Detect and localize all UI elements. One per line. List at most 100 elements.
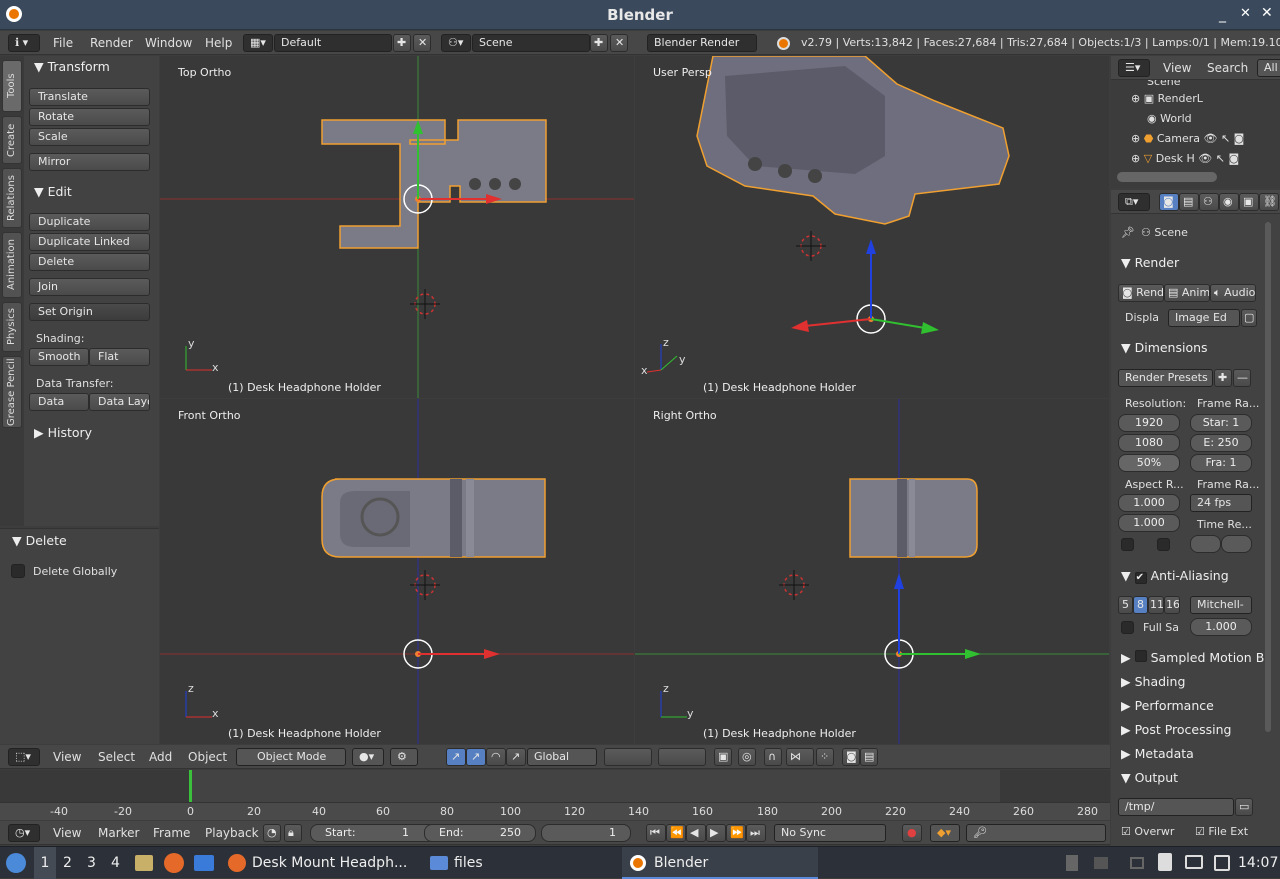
file-manager-icon[interactable] [135, 855, 153, 871]
menu-add[interactable]: Add [149, 750, 172, 764]
add-layout-button[interactable]: ✚ [393, 34, 411, 52]
chat-icon[interactable] [1185, 855, 1203, 869]
aa-samples-16[interactable]: 16 [1164, 596, 1180, 614]
menu-playback[interactable]: Playback [205, 826, 259, 840]
keying-set-icon[interactable]: ◆▾ [930, 824, 960, 842]
outliner-item-world[interactable]: ◉ World [1147, 112, 1192, 125]
snap-element-icon[interactable]: ⋈ [786, 748, 814, 766]
pin-icon[interactable]: 📌︎ [1121, 226, 1135, 239]
workspace-2[interactable]: 2 [63, 847, 72, 879]
menu-file[interactable]: File [53, 36, 73, 50]
world-tab-icon[interactable]: ◉ [1219, 193, 1239, 211]
snap-icon[interactable]: ∩ [764, 748, 782, 766]
render-audio-button[interactable]: 🔈︎ Audio [1210, 284, 1256, 302]
timeline[interactable]: -40 -20 0 20 40 60 80 100 120 140 160 18… [0, 770, 1110, 820]
duplicate-linked-button[interactable]: Duplicate Linked [29, 233, 150, 251]
rotate-button[interactable]: Rotate [29, 108, 150, 126]
jump-end-icon[interactable]: ⏭ [746, 824, 766, 842]
overwrite-checkbox[interactable]: ☑ Overwr [1121, 825, 1174, 838]
post-processing-panel-header[interactable]: ▶ Post Processing [1121, 722, 1231, 737]
rotate-manip-icon[interactable]: ◠ [486, 748, 506, 766]
file-extensions-checkbox[interactable]: ☑ File Ext [1195, 825, 1248, 838]
sampled-motion-blur-header[interactable]: ▶ Sampled Motion Bl [1121, 650, 1268, 665]
lock-icon[interactable]: 🔒︎ [284, 824, 302, 842]
tab-physics[interactable]: Physics [2, 302, 22, 352]
render-still-icon[interactable]: ◙ [842, 748, 860, 766]
screen-layout-field[interactable]: Default [274, 34, 392, 52]
render-anim-button[interactable]: ▤ Anim [1164, 284, 1210, 302]
snap-target-icon[interactable]: ⁘ [816, 748, 834, 766]
play-icon[interactable]: ▶ [706, 824, 726, 842]
menu-marker[interactable]: Marker [98, 826, 139, 840]
frame-start-field[interactable]: Star: 1 [1190, 414, 1252, 432]
workspace-4[interactable]: 4 [111, 847, 120, 879]
start-frame-field[interactable]: Start: 1 [310, 824, 438, 842]
menu-render[interactable]: Render [90, 36, 133, 50]
dimensions-panel-header[interactable]: ▼ Dimensions [1121, 340, 1208, 355]
lock-camera-icon[interactable]: ▣ [714, 748, 732, 766]
outliner-scrollbar[interactable] [1117, 172, 1217, 182]
resolution-x-field[interactable]: 1920 [1118, 414, 1180, 432]
render-panel-header[interactable]: ▼ Render [1121, 255, 1179, 270]
viewport-user-persp[interactable]: User Persp z y x (1) Desk Headphone Hold… [635, 56, 1109, 398]
aspect-x-field[interactable]: 1.000 [1118, 494, 1180, 512]
volume-icon[interactable] [1094, 857, 1108, 869]
aa-filter-size-field[interactable]: 1.000 [1190, 618, 1252, 636]
render-layers-tab-icon[interactable]: ▤ [1179, 193, 1199, 211]
editor-type-info[interactable]: ℹ ▾ [8, 34, 40, 52]
tab-grease-pencil[interactable]: Grease Pencil [2, 356, 22, 428]
mode-select[interactable]: Object Mode [236, 748, 346, 766]
record-icon[interactable]: ● [902, 824, 922, 842]
current-frame-marker[interactable] [189, 770, 192, 802]
full-sample-checkbox[interactable] [1121, 621, 1134, 634]
layer-buttons-1[interactable] [604, 748, 652, 766]
sync-select[interactable]: No Sync [774, 824, 886, 842]
object-tab-icon[interactable]: ▣ [1239, 193, 1259, 211]
delete-globally-checkbox[interactable] [11, 564, 25, 578]
viewport-right-ortho[interactable]: Right Ortho z y (1) Desk Headphone Holde… [635, 399, 1109, 744]
orientation-select[interactable]: Global [527, 748, 597, 766]
outliner-item-scene[interactable]: Scene [1147, 80, 1181, 88]
data-transfer-button[interactable]: Data [29, 393, 89, 411]
manipulator-toggle[interactable]: ↗ [446, 748, 466, 766]
menu-frame[interactable]: Frame [153, 826, 190, 840]
editor-type-3dview[interactable]: ⬚▾ [8, 748, 40, 766]
start-menu-icon[interactable] [6, 853, 26, 873]
time-remap-old-field[interactable] [1190, 535, 1221, 553]
set-origin-button[interactable]: Set Origin [29, 303, 150, 321]
data-layout-button[interactable]: Data Layo [89, 393, 150, 411]
maximize-icon[interactable]: ✕ [1240, 6, 1251, 21]
end-frame-field[interactable]: End: 250 [424, 824, 536, 842]
frame-step-field[interactable]: Fra: 1 [1190, 454, 1252, 472]
render-engine-select[interactable]: Blender Render [647, 34, 757, 52]
time-remap-new-field[interactable] [1221, 535, 1252, 553]
menu-window[interactable]: Window [145, 36, 192, 50]
metadata-panel-header[interactable]: ▶ Metadata [1121, 746, 1194, 761]
desktop-icon[interactable] [194, 855, 214, 871]
properties-scrollbar[interactable] [1265, 222, 1271, 732]
outliner-filter[interactable]: All [1257, 59, 1280, 77]
proportional-edit-icon[interactable]: ◎ [738, 748, 756, 766]
scene-icon[interactable]: ⚇▾ [441, 34, 471, 52]
menu-view[interactable]: View [1163, 61, 1191, 75]
join-button[interactable]: Join [29, 278, 150, 296]
remove-preset-button[interactable]: — [1233, 369, 1251, 387]
smooth-button[interactable]: Smooth [29, 348, 89, 366]
flat-button[interactable]: Flat [89, 348, 150, 366]
task-firefox[interactable]: Desk Mount Headph... [228, 847, 418, 879]
translate-manip-icon[interactable]: ↗ [466, 748, 486, 766]
scale-manip-icon[interactable]: ↗ [506, 748, 526, 766]
play-reverse-icon[interactable]: ◀ [686, 824, 706, 842]
translate-button[interactable]: Translate [29, 88, 150, 106]
display-icon[interactable] [1130, 857, 1144, 869]
crop-checkbox[interactable] [1157, 538, 1170, 551]
render-presets-select[interactable]: Render Presets [1118, 369, 1213, 387]
editor-type-timeline[interactable]: ◷▾ [8, 824, 40, 842]
network-icon[interactable] [1066, 855, 1078, 871]
render-anim-icon[interactable]: ▤ [860, 748, 878, 766]
viewport-top-ortho[interactable]: Top Ortho y x (1) Desk Headphone Holder [160, 56, 634, 398]
history-panel-header[interactable]: ▶ History [34, 425, 92, 440]
add-scene-button[interactable]: ✚ [590, 34, 608, 52]
firefox-icon[interactable] [164, 853, 184, 873]
scene-field[interactable]: Scene [472, 34, 590, 52]
